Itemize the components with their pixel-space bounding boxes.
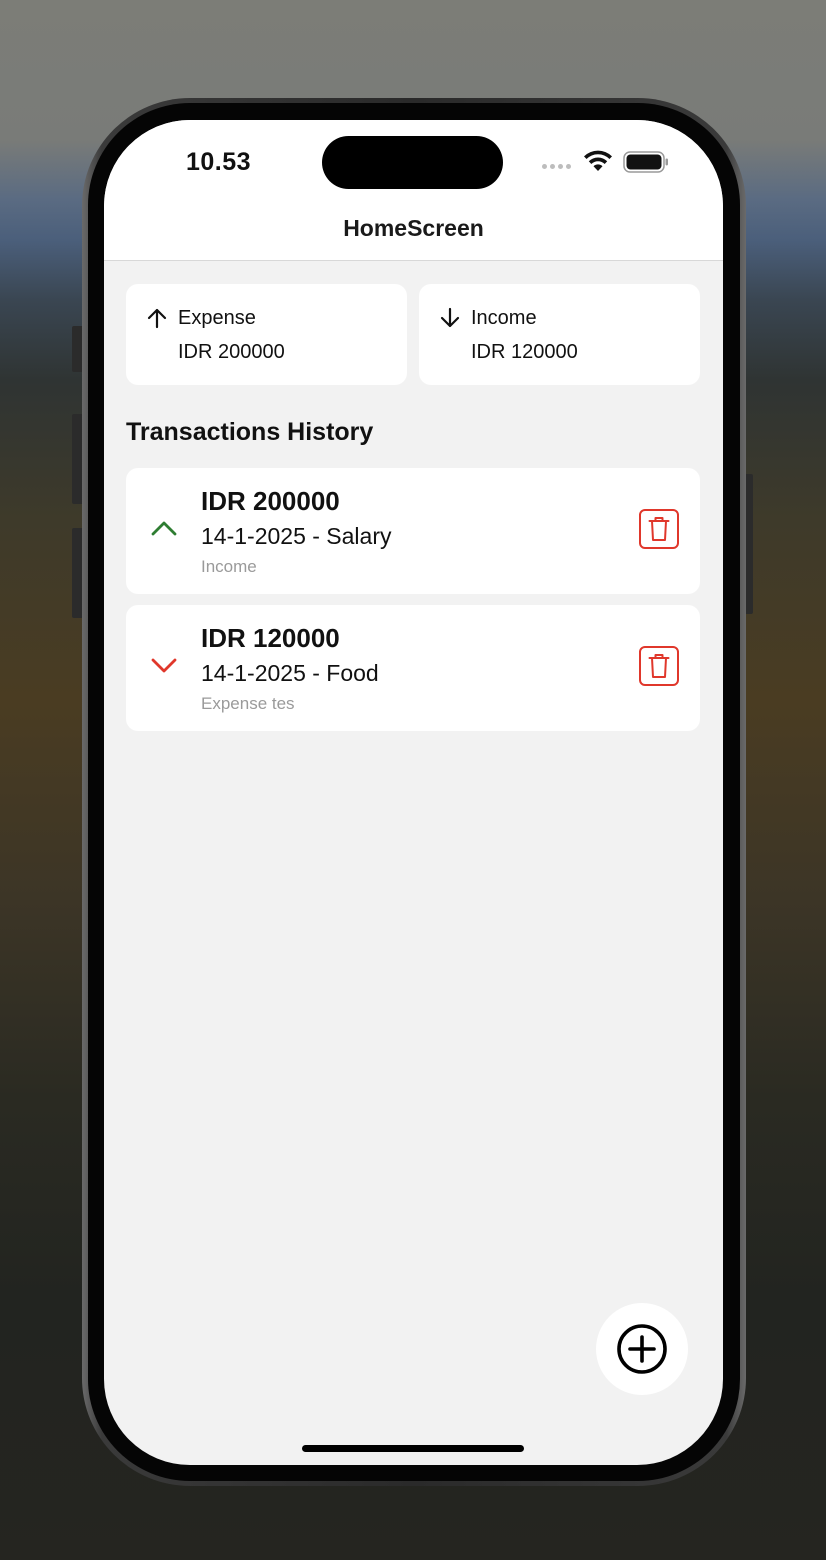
arrow-up-icon (147, 308, 167, 329)
transaction-item[interactable]: IDR 200000 14-1-2025 - Salary Income (126, 468, 700, 594)
expense-value: IDR 200000 (178, 341, 285, 363)
transaction-amount: IDR 200000 (201, 486, 340, 516)
header-area: 10.53 HomeScreen (104, 120, 723, 261)
chevron-up-icon (151, 521, 177, 536)
expense-summary-card: Expense IDR 200000 (126, 284, 407, 385)
wifi-icon (584, 150, 612, 171)
transaction-description: 14-1-2025 - Salary (201, 523, 392, 549)
transaction-amount: IDR 120000 (201, 623, 340, 653)
arrow-down-icon (440, 307, 460, 328)
dynamic-island (322, 136, 503, 189)
transaction-note: Income (201, 557, 257, 576)
add-circle-icon (617, 1324, 667, 1374)
trash-icon (648, 654, 670, 678)
home-indicator[interactable] (302, 1445, 524, 1452)
delete-button[interactable] (639, 509, 679, 549)
expense-label: Expense (178, 307, 256, 329)
income-label: Income (471, 307, 537, 329)
chevron-down-icon (151, 658, 177, 673)
delete-button[interactable] (639, 646, 679, 686)
income-summary-card: Income IDR 120000 (419, 284, 700, 385)
transaction-description: 14-1-2025 - Food (201, 660, 379, 686)
cellular-signal-icon (542, 164, 571, 169)
trash-icon (648, 517, 670, 541)
app-screen: 10.53 HomeScreen Expense IDR 200000 Inco… (104, 120, 723, 1465)
section-title: Transactions History (126, 418, 374, 446)
status-time: 10.53 (186, 148, 252, 176)
income-value: IDR 120000 (471, 341, 578, 363)
add-transaction-button[interactable] (596, 1303, 688, 1395)
page-title: HomeScreen (343, 215, 484, 241)
battery-icon (623, 151, 668, 173)
transaction-note: Expense tes (201, 694, 295, 713)
transaction-item[interactable]: IDR 120000 14-1-2025 - Food Expense tes (126, 605, 700, 731)
